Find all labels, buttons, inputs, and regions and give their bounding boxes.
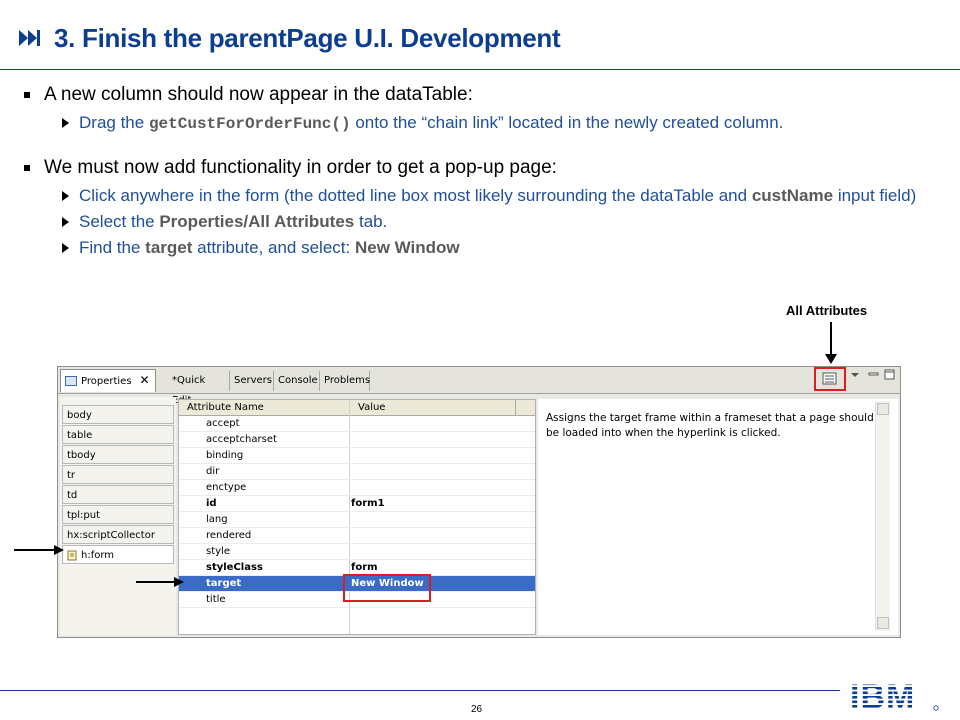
triangle-bullet-icon: [62, 118, 69, 128]
tree-item-body[interactable]: body: [62, 405, 174, 424]
tab-problems[interactable]: Problems: [320, 371, 370, 391]
view-menu-icon[interactable]: [850, 371, 860, 382]
bullet-2-sub-3: Find the target attribute, and select: N…: [62, 239, 942, 257]
h-form-pointer-arrow: [14, 549, 56, 551]
tab-quick-edit[interactable]: *Quick Edit: [158, 371, 230, 406]
scroll-up-icon[interactable]: [877, 403, 889, 415]
properties-icon: [65, 376, 77, 386]
tree-item-h-form[interactable]: h:form: [62, 545, 174, 564]
callout-arrow: [830, 322, 832, 356]
bullet-1: A new column should now appear in the da…: [22, 84, 942, 106]
new-window-highlight: [343, 574, 431, 602]
tree-item-tpl-put[interactable]: tpl:put: [62, 505, 174, 524]
tree-item-tbody[interactable]: tbody: [62, 445, 174, 464]
scroll-down-icon[interactable]: [877, 617, 889, 629]
title-row: 3. Finish the parentPage U.I. Developmen…: [18, 20, 561, 56]
bullet-2-sub-2-text: Select the Properties/All Attributes tab…: [79, 212, 388, 231]
page-number: 26: [471, 704, 483, 715]
column-header-spacer: [515, 400, 535, 416]
element-tree-panel: body table tbody tr td tpl:put hx:script…: [60, 397, 176, 635]
table-row[interactable]: style: [179, 544, 535, 560]
ibm-logo: IBM: [848, 678, 940, 716]
footer-divider: [0, 690, 840, 691]
bullet-2-sub-3-text: Find the target attribute, and select: N…: [79, 238, 460, 257]
view-tab-bar: Properties✕ *Quick Edit Servers Console …: [58, 367, 900, 406]
bullet-1-sub-1-text: Drag the getCustForOrderFunc() onto the …: [79, 113, 784, 134]
bullet-list: A new column should now appear in the da…: [22, 84, 942, 257]
slide-title: 3. Finish the parentPage U.I. Developmen…: [54, 22, 561, 53]
minimize-icon[interactable]: [868, 369, 880, 382]
square-bullet-icon: [24, 92, 30, 98]
bullet-1-text: A new column should now appear in the da…: [44, 84, 473, 105]
table-row[interactable]: enctype: [179, 480, 535, 496]
triangle-bullet-icon: [62, 191, 69, 201]
target-pointer-arrow: [136, 581, 176, 583]
square-bullet-icon: [24, 165, 30, 171]
bullet-2-sub-1-text: Click anywhere in the form (the dotted l…: [79, 186, 917, 205]
bullet-2-sub-1: Click anywhere in the form (the dotted l…: [62, 187, 942, 205]
maximize-icon[interactable]: [884, 369, 896, 384]
title-divider: [0, 69, 960, 70]
bullet-2-sub-2: Select the Properties/All Attributes tab…: [62, 213, 942, 231]
tree-item-table[interactable]: table: [62, 425, 174, 444]
bullet-1-sub-1: Drag the getCustForOrderFunc() onto the …: [62, 114, 942, 133]
svg-text:IBM: IBM: [850, 678, 915, 714]
attribute-description-panel: Assigns the target frame within a frames…: [538, 399, 898, 635]
table-row[interactable]: accept: [179, 416, 535, 432]
table-row[interactable]: binding: [179, 448, 535, 464]
table-row[interactable]: rendered: [179, 528, 535, 544]
triangle-bullet-icon: [62, 217, 69, 227]
bullet-2-text: We must now add functionality in order t…: [44, 157, 557, 178]
tab-servers[interactable]: Servers: [230, 371, 274, 391]
description-scrollbar[interactable]: [875, 401, 890, 631]
triangle-bullet-icon: [62, 243, 69, 253]
column-header-attribute-name[interactable]: Attribute Name: [179, 400, 349, 416]
fast-forward-icon: [18, 26, 46, 50]
column-header-value[interactable]: Value: [349, 400, 515, 416]
target-pointer-arrow-head: [174, 577, 184, 587]
callout-arrow-head: [825, 354, 837, 364]
table-row[interactable]: dir: [179, 464, 535, 480]
h-form-pointer-arrow-head: [54, 545, 64, 555]
form-icon: [67, 550, 77, 560]
tree-item-hx-scriptcollector[interactable]: hx:scriptCollector: [62, 525, 174, 544]
bullet-2: We must now add functionality in order t…: [22, 157, 942, 179]
tree-item-td[interactable]: td: [62, 485, 174, 504]
table-row[interactable]: lang: [179, 512, 535, 528]
tab-console[interactable]: Console: [274, 371, 320, 391]
attribute-description: Assigns the target frame within a frames…: [546, 412, 874, 439]
all-attributes-highlight: [814, 367, 846, 391]
tab-properties[interactable]: Properties ✕: [60, 369, 156, 392]
table-row[interactable]: id form1: [179, 496, 535, 512]
tree-item-tr[interactable]: tr: [62, 465, 174, 484]
all-attributes-callout: All Attributes: [786, 303, 868, 318]
table-row[interactable]: acceptcharset: [179, 432, 535, 448]
properties-view-screenshot: Properties✕ *Quick Edit Servers Console …: [57, 366, 901, 638]
close-icon[interactable]: ✕: [140, 373, 150, 387]
function-name: getCustForOrderFunc(): [148, 115, 351, 133]
